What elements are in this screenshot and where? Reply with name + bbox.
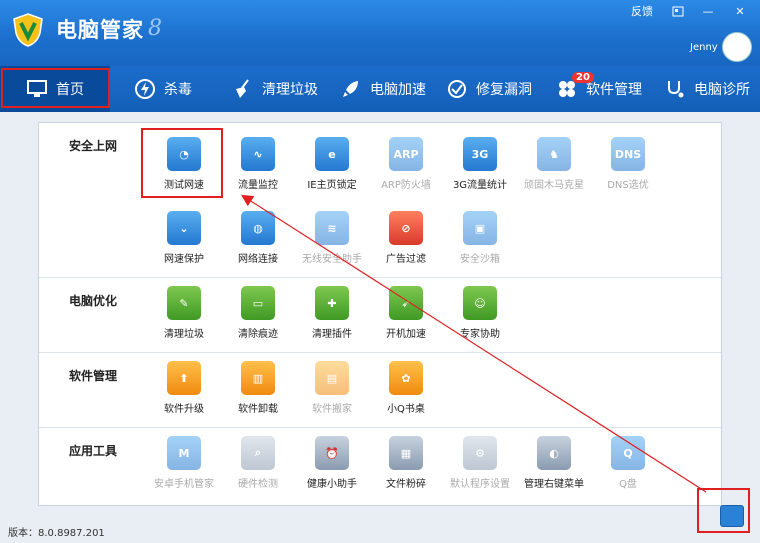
main-nav: 首页 杀毒 清理垃圾 电脑加速 修复漏洞 软件管理 20 电脑诊所 <box>0 66 760 112</box>
android-m-icon: M <box>167 436 201 470</box>
tool-network-connection[interactable]: ◍ 网络连接 <box>221 205 295 279</box>
ie-lock-icon: e <box>315 137 349 171</box>
app-title: 电脑管家 <box>56 18 144 42</box>
skin-button[interactable] <box>666 0 690 22</box>
dns-icon: DNS <box>611 137 645 171</box>
nav-label: 杀毒 <box>164 82 192 98</box>
eraser-icon: ▭ <box>241 286 275 320</box>
tool-traffic-monitor[interactable]: ∿ 流量监控 <box>221 131 295 205</box>
tool-software-upgrade[interactable]: ⬆ 软件升级 <box>147 355 221 429</box>
trash-icon: ▥ <box>241 361 275 395</box>
tool-expert-assist[interactable]: ☺ 专家协助 <box>443 280 517 354</box>
chart-line-icon: ∿ <box>241 137 275 171</box>
expert-icon: ☺ <box>463 286 497 320</box>
logo-icon <box>13 13 43 47</box>
magnifier-icon: ⌕ <box>241 436 275 470</box>
nav-label: 电脑诊所 <box>694 82 750 98</box>
tool-dns-optimizer[interactable]: DNS DNS选优 <box>591 131 665 205</box>
tool-software-uninstall[interactable]: ▥ 软件卸载 <box>221 355 295 429</box>
nav-fix-vulnerabilities[interactable]: 修复漏洞 <box>446 66 532 112</box>
tool-clear-traces[interactable]: ▭ 清除痕迹 <box>221 280 295 354</box>
nav-label: 电脑加速 <box>370 82 426 98</box>
app-window: 电脑管家 8 反馈 — ✕ Jenny 首页 杀毒 清理垃圾 电脑加速 修复漏洞 <box>0 0 760 543</box>
alarm-clock-icon: ⏰ <box>315 436 349 470</box>
tool-clean-junk[interactable]: ✎ 清理垃圾 <box>147 280 221 354</box>
section-app-tools: 应用工具 M 安卓手机管家 ⌕ 硬件检测 ⏰ 健康小助手 ▦ 文件粉碎 ⚙ 默认程序设置 … <box>39 428 721 504</box>
section-title: 软件管理 <box>69 369 118 383</box>
nav-label: 清理垃圾 <box>262 82 318 98</box>
main-area: 安全上网 ◔ 测试网速 ∿ 流量监控 e IE主页锁定 ARP ARP防火墙 3G 3G流… <box>0 112 760 543</box>
avatar[interactable] <box>722 32 752 62</box>
section-pc-optimize: 电脑优化 ✎ 清理垃圾 ▭ 清除痕迹 ✚ 清理插件 ➶ 开机加速 ☺ 专家协助 <box>39 278 721 353</box>
version-text: 版本：8.0.8987.201 <box>8 528 105 539</box>
close-button[interactable]: ✕ <box>726 0 754 22</box>
upload-arrow-icon: ⬆ <box>167 361 201 395</box>
wifi-icon: ≋ <box>315 211 349 245</box>
update-count-badge: 20 <box>572 72 594 83</box>
globe-icon: ◍ <box>241 211 275 245</box>
clover-icon: ✿ <box>389 361 423 395</box>
tool-default-programs[interactable]: ⚙ 默认程序设置 <box>443 430 517 504</box>
nav-software-manager[interactable]: 软件管理 <box>556 66 642 112</box>
tool-health-helper[interactable]: ⏰ 健康小助手 <box>295 430 369 504</box>
section-title: 安全上网 <box>69 139 118 153</box>
nav-speedup[interactable]: 电脑加速 <box>340 66 426 112</box>
nav-label: 修复漏洞 <box>476 82 532 98</box>
arp-icon: ARP <box>389 137 423 171</box>
q-disk-icon: Q <box>611 436 645 470</box>
tool-q-disk[interactable]: Q Q盘 <box>591 430 665 504</box>
app-version-mark: 8 <box>148 16 162 41</box>
tool-clean-plugins[interactable]: ✚ 清理插件 <box>295 280 369 354</box>
chevron-down-icon: ⌄ <box>167 211 201 245</box>
nav-label: 软件管理 <box>586 82 642 98</box>
tool-wifi-security[interactable]: ≋ 无线安全助手 <box>295 205 369 279</box>
minimize-button[interactable]: — <box>696 0 720 22</box>
section-software-manage: 软件管理 ⬆ 软件升级 ▥ 软件卸载 ▤ 软件搬家 ✿ 小Q书桌 <box>39 353 721 428</box>
nav-clinic[interactable]: 电脑诊所 <box>664 66 750 112</box>
broom-icon <box>236 79 249 98</box>
tool-ie-homepage-lock[interactable]: e IE主页锁定 <box>295 131 369 205</box>
3g-icon: 3G <box>463 137 497 171</box>
tool-speed-protect[interactable]: ⌄ 网速保护 <box>147 205 221 279</box>
feedback-button[interactable]: 反馈 <box>624 0 660 22</box>
gear-icon: ⚙ <box>463 436 497 470</box>
tool-ad-filter[interactable]: ⊘ 广告过滤 <box>369 205 443 279</box>
tool-boot-speedup[interactable]: ➶ 开机加速 <box>369 280 443 354</box>
stethoscope-icon <box>668 81 684 98</box>
tool-hardware-check[interactable]: ⌕ 硬件检测 <box>221 430 295 504</box>
skin-icon <box>672 6 684 16</box>
tool-file-shredder[interactable]: ▦ 文件粉碎 <box>369 430 443 504</box>
tool-android-manager[interactable]: M 安卓手机管家 <box>147 430 221 504</box>
highlight-box-corner <box>697 488 750 533</box>
chess-horse-icon: ♞ <box>537 137 571 171</box>
tool-3g-traffic[interactable]: 3G 3G流量统计 <box>443 131 517 205</box>
tool-context-menu[interactable]: ◐ 管理右键菜单 <box>517 430 591 504</box>
sandbox-icon: ▣ <box>463 211 497 245</box>
nav-antivirus[interactable]: 杀毒 <box>134 66 192 112</box>
tool-software-move[interactable]: ▤ 软件搬家 <box>295 355 369 429</box>
patch-icon <box>448 80 466 98</box>
rocket-icon <box>343 81 358 97</box>
section-title: 电脑优化 <box>69 294 118 308</box>
puzzle-icon: ✚ <box>315 286 349 320</box>
truck-icon: ▤ <box>315 361 349 395</box>
username: Jenny <box>690 42 718 53</box>
nav-cleanup[interactable]: 清理垃圾 <box>232 66 318 112</box>
broom-icon: ✎ <box>167 286 201 320</box>
tool-q-desktop[interactable]: ✿ 小Q书桌 <box>369 355 443 429</box>
highlight-box-home <box>1 68 110 108</box>
title-bar: 电脑管家 8 反馈 — ✕ Jenny <box>0 0 760 66</box>
mouse-icon: ◐ <box>537 436 571 470</box>
tool-arp-firewall[interactable]: ARP ARP防火墙 <box>369 131 443 205</box>
highlight-box-speed-test <box>141 128 223 198</box>
section-title: 应用工具 <box>69 444 118 458</box>
tool-sandbox[interactable]: ▣ 安全沙箱 <box>443 205 517 279</box>
shield-icon <box>135 79 155 99</box>
shredder-icon: ▦ <box>389 436 423 470</box>
rocket-icon: ➶ <box>389 286 423 320</box>
tool-trojan-killer[interactable]: ♞ 顽固木马克星 <box>517 131 591 205</box>
no-ads-icon: ⊘ <box>389 211 423 245</box>
